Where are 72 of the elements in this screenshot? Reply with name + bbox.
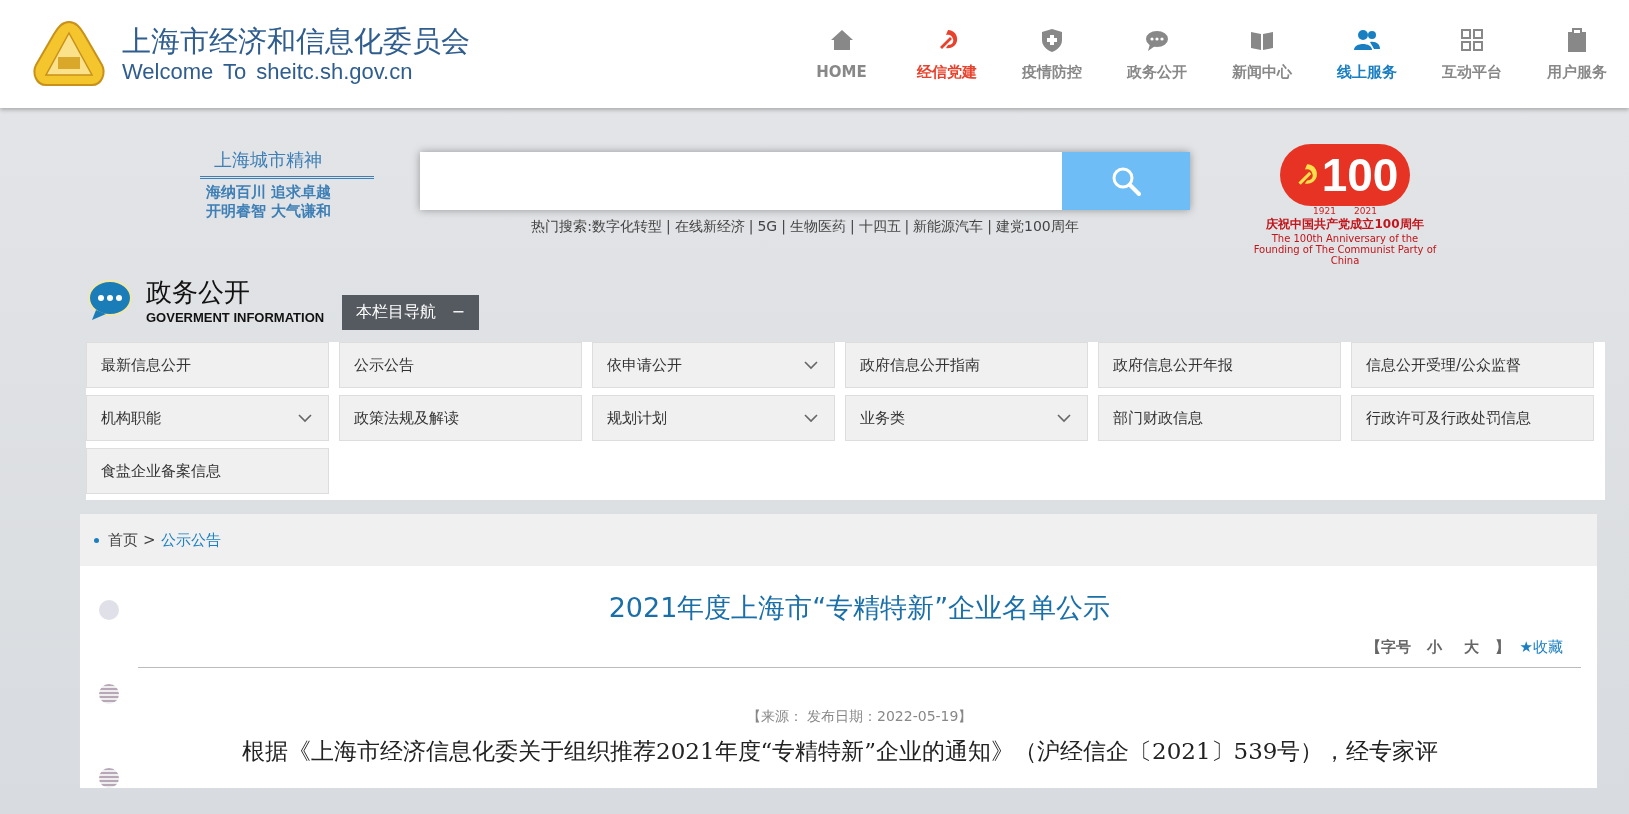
hot-search-link[interactable]: 新能源汽车 [913, 218, 984, 234]
hot-search-link[interactable]: 数字化转型 [591, 218, 662, 234]
breadcrumb-link[interactable]: 首页 [108, 530, 138, 550]
favorite-link[interactable]: ★收藏 [1519, 638, 1563, 657]
menu-item[interactable]: 政策法规及解读 [339, 395, 582, 441]
motto-title: 上海城市精神 [200, 148, 374, 179]
menu-item[interactable]: 依申请公开 [592, 342, 835, 388]
hot-search-link[interactable]: 在线新经济 [674, 218, 745, 234]
chevron-down-icon [804, 360, 818, 370]
menu-item[interactable]: 业务类 [845, 395, 1088, 441]
anniversary-english: The 100th Anniversary of the Founding of The Communist Party of China [1252, 233, 1438, 266]
chevron-down-icon [804, 413, 818, 423]
nav-item[interactable]: 互动平台 [1419, 26, 1524, 82]
article-paragraph: 根据《上海市经济信息化委关于组织推荐2021年度“专精特新”企业的通知》（沪经信企〔2021〕539号），经专家评 [241, 737, 1440, 766]
menu-item[interactable]: 最新信息公开 [86, 342, 329, 388]
font-large-link[interactable]: 大 [1463, 638, 1479, 657]
menu-item[interactable]: 公示公告 [339, 342, 582, 388]
anniversary-year: 2021 [1354, 206, 1377, 216]
menu-item[interactable]: 政府信息公开指南 [845, 342, 1088, 388]
hot-search-link[interactable]: 建党100周年 [996, 218, 1079, 234]
menu-item[interactable]: 食盐企业备案信息 [86, 448, 329, 494]
hot-search-link[interactable]: 5G [757, 218, 778, 234]
separator-text: | [904, 218, 910, 234]
motto-line: 开明睿智 大气谦和 [205, 202, 333, 221]
chevron-down-icon [298, 413, 312, 423]
site-subtitle: Welcome To sheitc.sh.gov.cn [122, 59, 414, 85]
separator-text: | [665, 218, 671, 234]
menu-item[interactable]: 信息公开受理/公众监督 [1351, 342, 1594, 388]
separator-text: | [748, 218, 754, 234]
search-field[interactable] [420, 152, 1062, 210]
article-meta: 【来源： 发布日期：2022-05-19】 [745, 708, 974, 726]
grid-icon [1458, 26, 1485, 53]
article-title: 2021年度上海市“专精特新”企业名单公示 [607, 591, 1112, 625]
font-small-link[interactable]: 小 [1426, 638, 1442, 657]
search-button[interactable] [1062, 152, 1190, 210]
nav-item[interactable]: HOME [789, 26, 894, 82]
site-title: 上海市经济和信息化委员会 [122, 23, 470, 59]
column-navigation-button[interactable]: 本栏目导航 − [342, 295, 479, 330]
separator-text: | [987, 218, 993, 234]
separator-text: | [781, 218, 786, 234]
breadcrumb-separator: > [143, 531, 156, 549]
chat-bubble-icon [86, 278, 134, 322]
anniversary-year: 1921 [1313, 206, 1336, 216]
nav-item[interactable]: 新闻中心 [1209, 26, 1314, 82]
nav-item[interactable]: 疫情防控 [999, 26, 1104, 82]
menu-item[interactable]: 机构职能 [86, 395, 329, 441]
motto-line: 海纳百川 追求卓越 [205, 183, 333, 202]
font-size-label: 【字号 [1365, 638, 1411, 657]
menu-item[interactable]: 规划计划 [592, 395, 835, 441]
rail-dot-icon [99, 684, 119, 704]
section-subtitle: GOVERMENT INFORMATION [146, 310, 325, 325]
bracket-text: 】 [1494, 638, 1510, 657]
search-icon [1110, 165, 1142, 197]
nav-item[interactable]: 经信党建 [894, 26, 999, 82]
menu-item[interactable]: 部门财政信息 [1098, 395, 1341, 441]
menu-item[interactable]: 行政许可及行政处罚信息 [1351, 395, 1594, 441]
nav-item[interactable]: 政务公开 [1104, 26, 1209, 82]
nav-item[interactable]: 用户服务 [1524, 26, 1629, 82]
breadcrumb-link[interactable]: 公示公告 [160, 530, 221, 550]
separator-text: | [849, 218, 855, 234]
bullet-icon [94, 537, 99, 543]
rail-dot-icon [99, 768, 119, 788]
chevron-down-icon [1057, 413, 1071, 423]
hot-search-label: 热门搜索: [531, 218, 592, 234]
anniversary-caption: 庆祝中国共产党成立100周年 [1266, 216, 1424, 233]
menu-item[interactable]: 政府信息公开年报 [1098, 342, 1341, 388]
nav-item[interactable]: 线上服务 [1314, 26, 1419, 82]
hot-search-link[interactable]: 生物医药 [789, 218, 846, 234]
anniversary-number: 100 [1321, 148, 1399, 202]
rail-dot-icon [99, 600, 119, 620]
hot-search-link[interactable]: 十四五 [858, 218, 901, 234]
section-title: 政务公开 [146, 276, 251, 309]
